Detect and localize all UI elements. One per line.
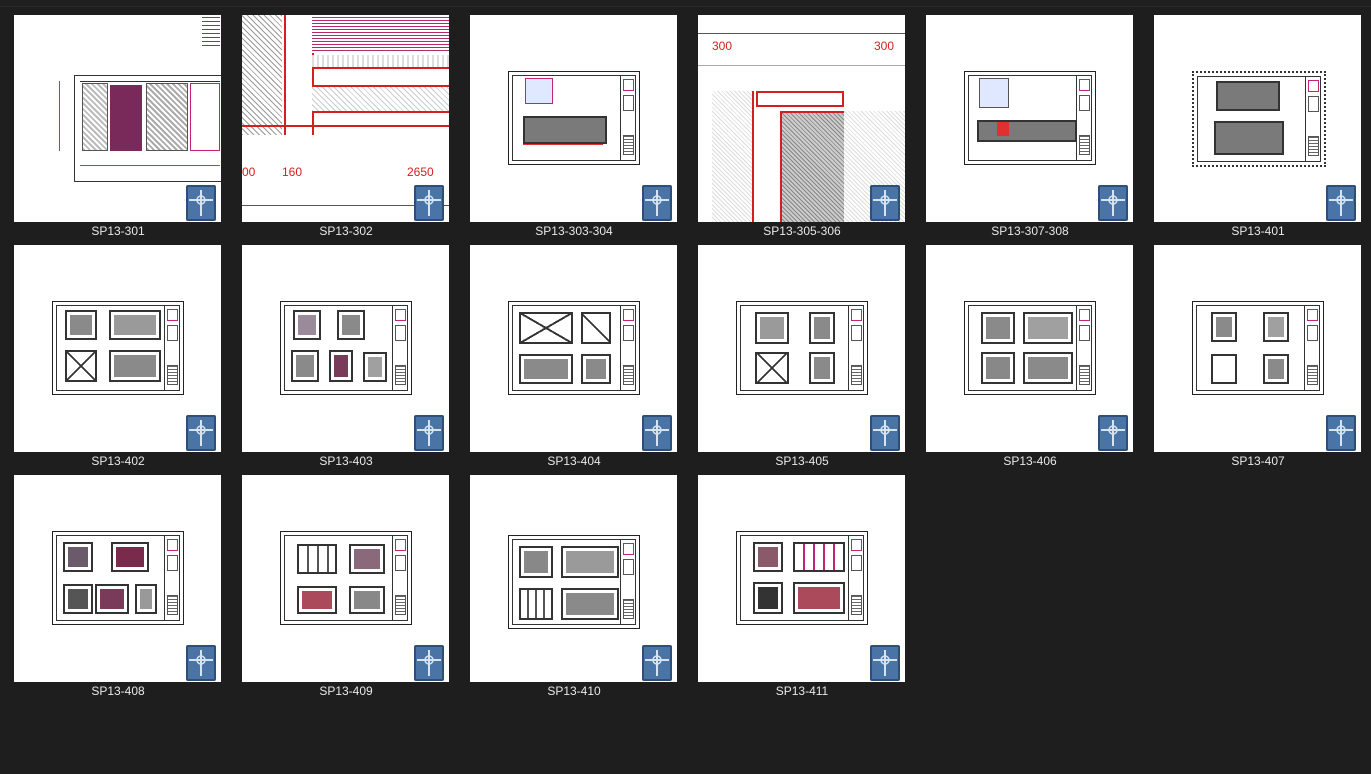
- file-item[interactable]: SP13-402: [14, 245, 222, 475]
- file-name: SP13-401: [1231, 224, 1285, 238]
- dwg-file-icon: [870, 645, 900, 681]
- file-thumbnail: [926, 245, 1133, 452]
- file-item[interactable]: 300 300 SP13-305-306: [698, 15, 906, 245]
- file-item[interactable]: SP13-301: [14, 15, 222, 245]
- dwg-file-icon: [642, 415, 672, 451]
- file-thumbnail: [242, 245, 449, 452]
- file-thumbnail: [926, 15, 1133, 222]
- dimension-text: 300: [712, 39, 733, 53]
- file-thumbnail: 00 160 2650: [242, 15, 449, 222]
- dwg-file-icon: [186, 645, 216, 681]
- file-thumbnail: [470, 475, 677, 682]
- file-name: SP13-403: [319, 454, 373, 468]
- dwg-file-icon: [1098, 185, 1128, 221]
- file-thumbnail: [698, 245, 905, 452]
- file-item[interactable]: SP13-407: [1154, 245, 1362, 475]
- file-thumbnail: [242, 475, 449, 682]
- file-item[interactable]: SP13-307-308: [926, 15, 1134, 245]
- file-name: SP13-405: [775, 454, 829, 468]
- file-name: SP13-406: [1003, 454, 1057, 468]
- file-name: SP13-409: [319, 684, 373, 698]
- file-thumbnail: [1154, 15, 1361, 222]
- file-item[interactable]: SP13-401: [1154, 15, 1362, 245]
- file-name: SP13-305-306: [763, 224, 841, 238]
- file-item[interactable]: SP13-303-304: [470, 15, 678, 245]
- file-item[interactable]: SP13-410: [470, 475, 678, 705]
- file-name: SP13-303-304: [535, 224, 613, 238]
- dimension-text: 00: [242, 165, 256, 179]
- dwg-file-icon: [642, 645, 672, 681]
- file-name: SP13-411: [775, 684, 829, 698]
- file-item[interactable]: 00 160 2650 SP13-302: [242, 15, 450, 245]
- file-name: SP13-404: [547, 454, 601, 468]
- dwg-file-icon: [414, 185, 444, 221]
- file-item[interactable]: SP13-409: [242, 475, 450, 705]
- dwg-file-icon: [1326, 185, 1356, 221]
- file-thumbnail: 300 300: [698, 15, 905, 222]
- file-thumbnail: [1154, 245, 1361, 452]
- file-thumbnail: [14, 475, 221, 682]
- dimension-text: 2650: [407, 165, 434, 179]
- dwg-file-icon: [186, 415, 216, 451]
- file-thumbnail: [470, 15, 677, 222]
- dimension-text: 160: [282, 165, 303, 179]
- dwg-file-icon: [870, 415, 900, 451]
- dwg-file-icon: [1326, 415, 1356, 451]
- file-item[interactable]: SP13-406: [926, 245, 1134, 475]
- file-name: SP13-407: [1231, 454, 1285, 468]
- file-name: SP13-408: [91, 684, 145, 698]
- file-name: SP13-402: [91, 454, 145, 468]
- file-name: SP13-302: [319, 224, 373, 238]
- file-thumbnail: [698, 475, 905, 682]
- dwg-file-icon: [186, 185, 216, 221]
- file-grid: SP13-301 00 160 2650 SP13-302 SP13-303-3…: [0, 0, 1371, 774]
- dwg-file-icon: [414, 645, 444, 681]
- dwg-file-icon: [414, 415, 444, 451]
- file-name: SP13-410: [547, 684, 601, 698]
- dwg-file-icon: [1098, 415, 1128, 451]
- file-item[interactable]: SP13-405: [698, 245, 906, 475]
- file-thumbnail: [470, 245, 677, 452]
- file-item[interactable]: SP13-408: [14, 475, 222, 705]
- dwg-file-icon: [870, 185, 900, 221]
- file-thumbnail: [14, 245, 221, 452]
- dwg-file-icon: [642, 185, 672, 221]
- file-name: SP13-307-308: [991, 224, 1069, 238]
- dimension-text: 300: [874, 39, 895, 53]
- file-thumbnail: [14, 15, 221, 222]
- file-item[interactable]: SP13-403: [242, 245, 450, 475]
- file-item[interactable]: SP13-404: [470, 245, 678, 475]
- file-item[interactable]: SP13-411: [698, 475, 906, 705]
- file-name: SP13-301: [91, 224, 145, 238]
